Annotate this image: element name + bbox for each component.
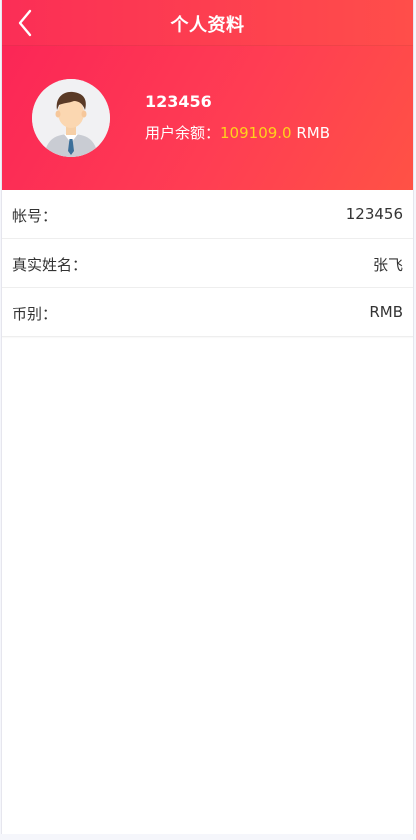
account-value: 123456: [345, 205, 403, 223]
balance-label: 用户余额：: [145, 124, 221, 142]
top-nav-bar: 个人资料: [2, 0, 413, 46]
currency-label: 币别：: [12, 305, 58, 323]
balance-unit: RMB: [296, 124, 331, 142]
list-item-account: 帐号： 123456: [2, 190, 413, 239]
user-avatar-icon: [32, 79, 110, 157]
list-item-real-name: 真实姓名： 张飞: [2, 239, 413, 288]
info-list: 帐号： 123456 真实姓名： 张飞 币别： RMB: [2, 190, 413, 337]
account-label: 帐号：: [12, 207, 58, 225]
real-name-label: 真实姓名：: [12, 256, 88, 274]
balance-value: 109109.0: [220, 124, 292, 142]
avatar: [32, 79, 110, 157]
currency-value: RMB: [369, 303, 403, 321]
page-title: 个人资料: [170, 15, 245, 36]
balance-row: 用户余额：109109.0 RMB: [145, 122, 330, 143]
profile-banner: 123456 用户余额：109109.0 RMB: [2, 46, 413, 190]
app-container: 个人资料 123456 用户余额：109109.0 RMB 帐号： 123456…: [1, 0, 414, 834]
real-name-value: 张飞: [372, 256, 403, 274]
list-item-currency: 币别： RMB: [2, 288, 413, 337]
username: 123456: [145, 92, 212, 111]
